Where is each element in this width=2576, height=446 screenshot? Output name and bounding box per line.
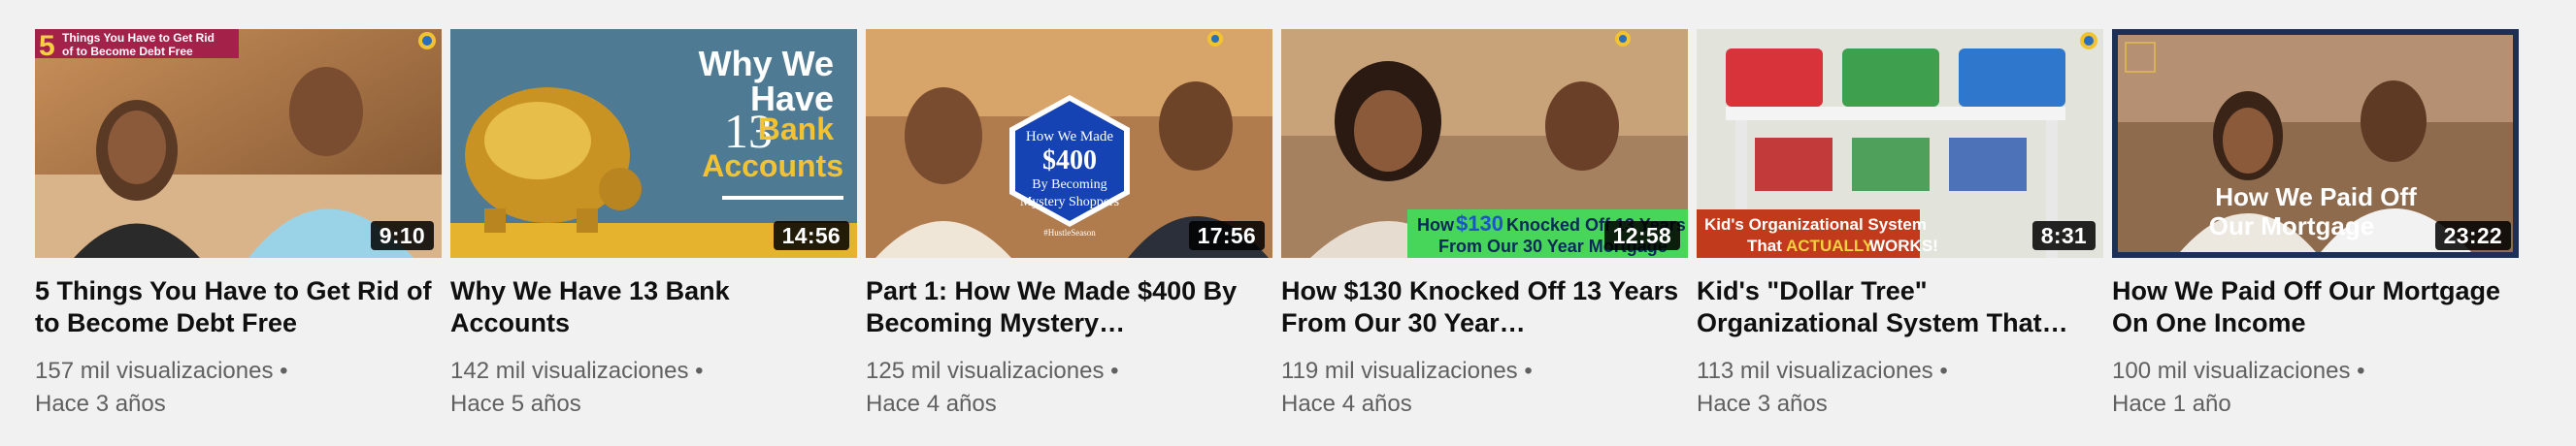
upload-age: Hace 4 años [1281,391,1412,417]
thumb-caption: Kid's Organizational System [1704,215,1927,234]
video-thumbnail[interactable]: Why We Have 13 Bank Accounts 14:56 [450,29,857,258]
view-count: 100 mil visualizaciones [2112,358,2365,384]
video-title[interactable]: Kid's "Dollar Tree" Organizational Syste… [1697,275,2095,339]
video-meta: 157 mil visualizaciones Hace 3 años [35,355,433,421]
thumb-caption: $400 [1042,145,1097,175]
upload-age: Hace 1 año [2112,391,2231,417]
thumb-caption: #HustleSeason [1043,228,1096,238]
video-meta: 113 mil visualizaciones Hace 3 años [1697,355,2095,421]
thumb-caption: Our Mortgage [2209,211,2374,240]
video-card[interactable]: How We Paid Off Our Mortgage 23:22 How W… [2112,29,2519,436]
view-count: 125 mil visualizaciones [866,358,1119,384]
upload-age: Hace 3 años [35,391,166,417]
video-title[interactable]: 5 Things You Have to Get Rid of to Becom… [35,275,433,339]
upload-age: Hace 5 años [450,391,581,417]
duration-badge: 23:22 [2434,221,2511,250]
thumb-caption: Things You Have to Get Rid [62,31,215,45]
upload-age: Hace 3 años [1697,391,1828,417]
duration-badge: 12:58 [1603,221,1680,250]
thumb-caption: of to Become Debt Free [62,45,193,58]
video-title[interactable]: Part 1: How We Made $400 By Becoming Mys… [866,275,1264,339]
thumb-caption: Why We [699,44,834,83]
video-thumbnail[interactable]: How We Paid Off Our Mortgage 23:22 [2112,29,2519,258]
video-title[interactable]: How We Paid Off Our Mortgage On One Inco… [2112,275,2510,339]
thumb-caption: How We Paid Off [2215,182,2417,211]
video-title[interactable]: Why We Have 13 Bank Accounts [450,275,848,339]
video-meta: 125 mil visualizaciones Hace 4 años [866,355,1264,421]
video-meta: 100 mil visualizaciones Hace 1 año [2112,355,2510,421]
thumb-caption: How We Made [1026,129,1114,144]
video-thumbnail[interactable]: Kid's Organizational System That ACTUALL… [1697,29,2103,258]
duration-badge: 17:56 [1188,221,1265,250]
duration-badge: 8:31 [2031,221,2096,250]
upload-age: Hace 4 años [866,391,997,417]
video-meta: 119 mil visualizaciones Hace 4 años [1281,355,1679,421]
thumb-caption: WORKS! [1869,237,1938,255]
thumb-caption: ACTUALLY [1786,237,1874,255]
duration-badge: 14:56 [773,221,849,250]
view-count: 142 mil visualizaciones [450,358,704,384]
video-title[interactable]: How $130 Knocked Off 13 Years From Our 3… [1281,275,1679,339]
video-thumbnail[interactable]: How $130 Knocked Off 13 Years From Our 3… [1281,29,1688,258]
thumb-number: 5 [39,30,55,62]
video-thumbnail[interactable]: 5 Things You Have to Get Rid of to Becom… [35,29,442,258]
thumb-caption: Accounts [702,148,843,183]
thumb-caption: That [1747,237,1782,255]
thumb-caption: How [1417,215,1455,235]
video-meta: 142 mil visualizaciones Hace 5 años [450,355,848,421]
view-count: 157 mil visualizaciones [35,358,288,384]
thumb-caption: By Becoming [1032,177,1106,192]
video-row: 5 Things You Have to Get Rid of to Becom… [35,29,2549,436]
thumb-caption: Mystery Shoppers [1020,195,1119,209]
video-card[interactable]: How $130 Knocked Off 13 Years From Our 3… [1281,29,1688,436]
thumb-caption: Bank [758,112,834,146]
view-count: 119 mil visualizaciones [1281,358,1533,384]
video-thumbnail[interactable]: How We Made $400 By Becoming Mystery Sho… [866,29,1272,258]
view-count: 113 mil visualizaciones [1697,358,1948,384]
video-card[interactable]: Why We Have 13 Bank Accounts 14:56 Why W… [450,29,857,436]
video-card[interactable]: 5 Things You Have to Get Rid of to Becom… [35,29,442,436]
thumb-caption: $130 [1456,211,1503,236]
video-card[interactable]: How We Made $400 By Becoming Mystery Sho… [866,29,1272,436]
duration-badge: 9:10 [370,221,434,250]
video-card[interactable]: Kid's Organizational System That ACTUALL… [1697,29,2103,436]
